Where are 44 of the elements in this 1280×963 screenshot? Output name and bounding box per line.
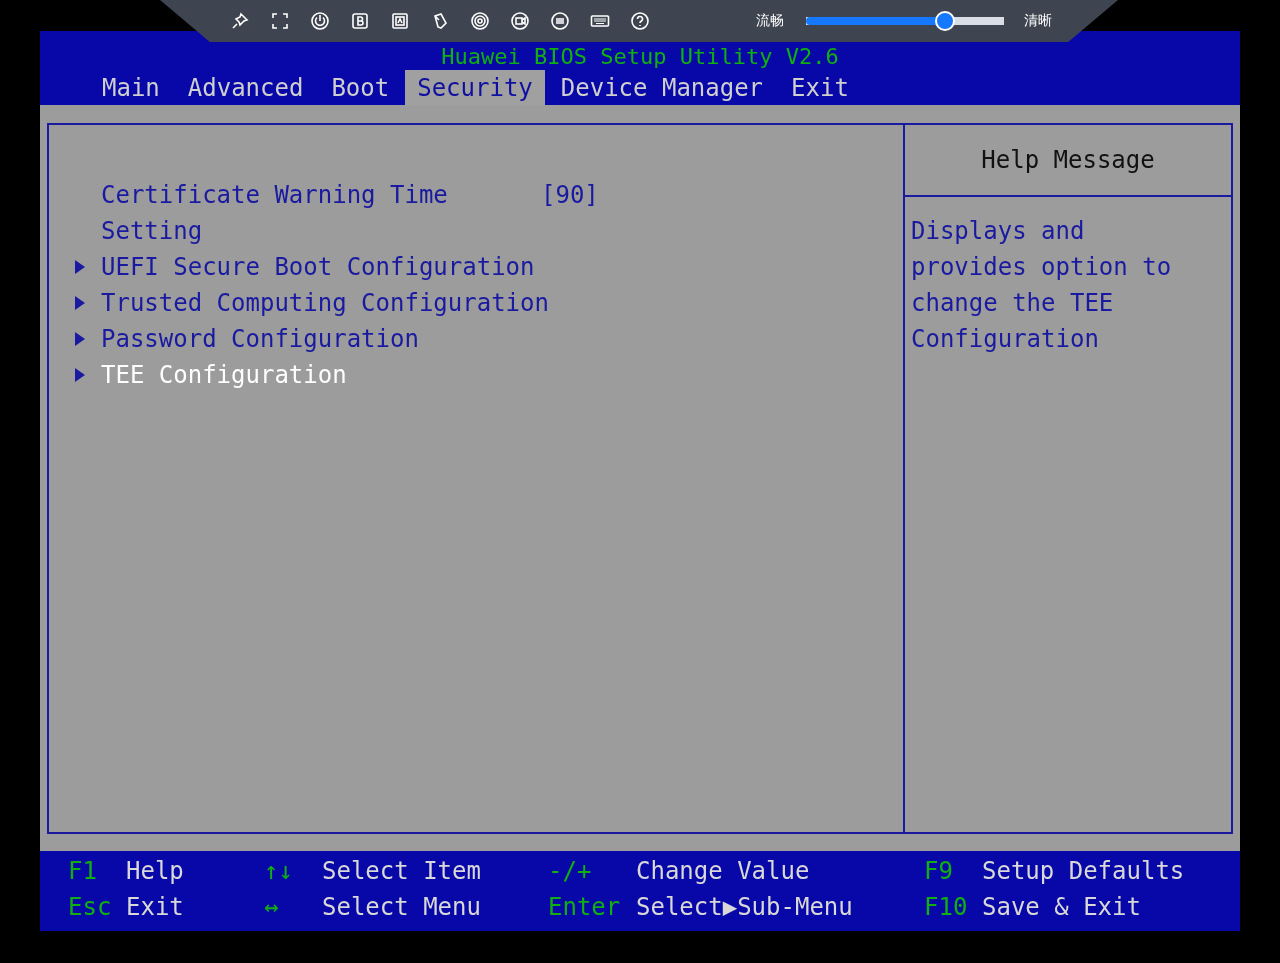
disc-icon[interactable] [470, 11, 490, 31]
submenu-arrow-icon [75, 296, 85, 310]
submenu-arrow-icon [75, 332, 85, 346]
key-hint: -/+ [548, 856, 593, 887]
key-action: Select▶Sub-Menu [636, 892, 853, 923]
key-action: Help [126, 856, 184, 887]
key-action: Exit [126, 892, 184, 923]
quality-high-label: 清晰 [1024, 12, 1052, 30]
menu-tab[interactable]: Boot [319, 70, 402, 106]
key-action: Save & Exit [982, 892, 1141, 923]
help-title: Help Message [905, 125, 1231, 197]
help-icon[interactable] [630, 11, 650, 31]
key-action: Setup Defaults [982, 856, 1185, 887]
key-hint: ↔ [264, 892, 280, 923]
submenu-arrow-icon [75, 368, 85, 382]
menu-item[interactable]: Password Configuration [101, 321, 419, 357]
quality-low-label: 流畅 [756, 12, 784, 30]
menu-tab[interactable]: Device Manager [548, 70, 776, 106]
menu-tab[interactable]: Advanced [175, 70, 316, 106]
menu-item[interactable]: Certificate Warning Time Setting [101, 177, 541, 249]
camera-icon[interactable] [510, 11, 530, 31]
letter-box-icon[interactable] [350, 11, 370, 31]
bios-title: Huawei BIOS Setup Utility V2.6 [440, 43, 840, 70]
help-text: Displays and provides option to change the TEE Configuration [910, 216, 1173, 355]
menu-item[interactable]: Trusted Computing Configuration [101, 285, 549, 321]
menu-tab[interactable]: Security [405, 70, 545, 106]
key-hint: Esc [68, 892, 113, 923]
key-action: Select Menu [322, 892, 481, 923]
item-value[interactable]: [90] [541, 177, 599, 213]
submenu-arrow-icon [75, 260, 85, 274]
key-hint: ↑↓ [264, 856, 294, 887]
menu-tab[interactable]: Exit [779, 70, 861, 106]
key-hint: F10 [924, 892, 969, 923]
power-icon[interactable] [310, 11, 330, 31]
fullscreen-icon[interactable] [270, 11, 290, 31]
key-action: Select Item [322, 856, 481, 887]
pin-icon[interactable] [230, 11, 250, 31]
menu-tab[interactable]: Main [90, 70, 172, 106]
menu-item[interactable]: TEE Configuration [101, 357, 347, 393]
key-hint: F9 [924, 856, 954, 887]
key-hint: F1 [68, 856, 98, 887]
menu-item[interactable]: UEFI Secure Boot Configuration [101, 249, 535, 285]
key-action: Change Value [636, 856, 810, 887]
key-hint: Enter [548, 892, 622, 923]
